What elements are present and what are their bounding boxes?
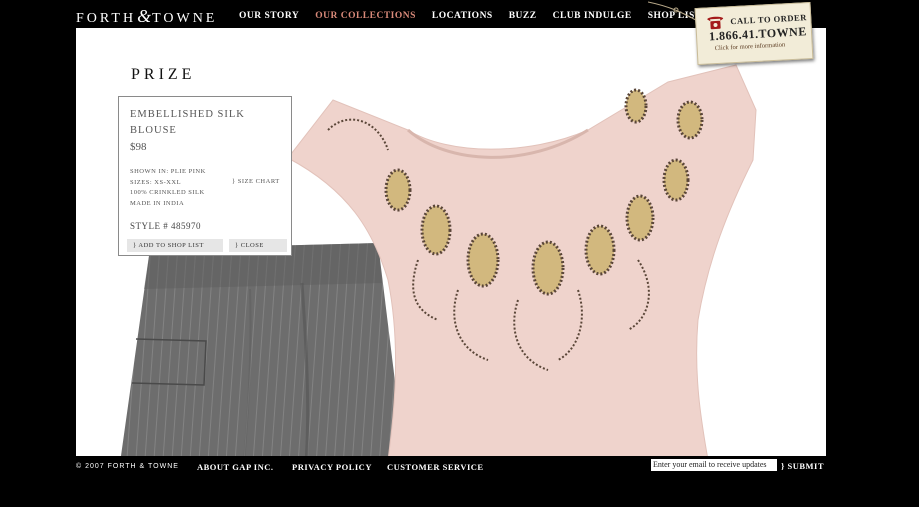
- copyright: © 2007 FORTH & TOWNE: [76, 463, 179, 470]
- add-to-shop-list-button[interactable]: } ADD TO SHOP LIST: [127, 239, 223, 252]
- product-details: SHOWN IN: PLIE PINK SIZES: XS-XXL 100% C…: [130, 167, 206, 209]
- call-to-order-tag[interactable]: CALL TO ORDER 1.866.41.TOWNE Click for m…: [694, 2, 814, 65]
- footer-link-customer-service[interactable]: CUSTOMER SERVICE: [387, 462, 484, 472]
- footer-link-privacy-policy[interactable]: PRIVACY POLICY: [292, 462, 372, 472]
- product-price: $98: [130, 141, 147, 153]
- product-sizes: SIZES: XS-XXL: [130, 178, 182, 186]
- footer-link-about-gap[interactable]: ABOUT GAP INC.: [197, 462, 274, 472]
- nav-buzz[interactable]: BUZZ: [509, 11, 537, 21]
- product-stage: PRIZE EMBELLISHED SILK BLOUSE $98 SHOWN …: [76, 28, 826, 456]
- nav-club-indulge[interactable]: CLUB INDULGE: [553, 11, 632, 21]
- email-signup-input[interactable]: [651, 459, 777, 471]
- nav-our-story[interactable]: OUR STORY: [239, 11, 299, 21]
- brand-ampersand: &: [137, 6, 152, 26]
- collection-title: PRIZE: [131, 66, 196, 83]
- product-material: 100% CRINKLED SILK: [130, 189, 205, 196]
- submit-button[interactable]: } SUBMIT: [781, 461, 824, 471]
- brand-name-right: TOWNE: [152, 11, 218, 26]
- nav-our-collections[interactable]: OUR COLLECTIONS: [315, 11, 416, 21]
- brand-logo[interactable]: FORTH&TOWNE: [76, 6, 217, 27]
- main-nav: OUR STORY OUR COLLECTIONS LOCATIONS BUZZ…: [239, 11, 718, 21]
- product-style-number: STYLE # 485970: [130, 221, 201, 231]
- brand-name-left: FORTH: [76, 11, 137, 26]
- product-origin: MADE IN INDIA: [130, 199, 185, 207]
- product-info-panel: EMBELLISHED SILK BLOUSE $98 SHOWN IN: PL…: [118, 96, 292, 256]
- nav-locations[interactable]: LOCATIONS: [432, 11, 493, 21]
- product-color: SHOWN IN: PLIE PINK: [130, 168, 206, 175]
- product-name: EMBELLISHED SILK BLOUSE: [130, 109, 245, 136]
- size-chart-link[interactable]: } SIZE CHART: [232, 178, 280, 185]
- close-button[interactable]: } CLOSE: [229, 239, 287, 252]
- blouse-image[interactable]: [288, 60, 768, 456]
